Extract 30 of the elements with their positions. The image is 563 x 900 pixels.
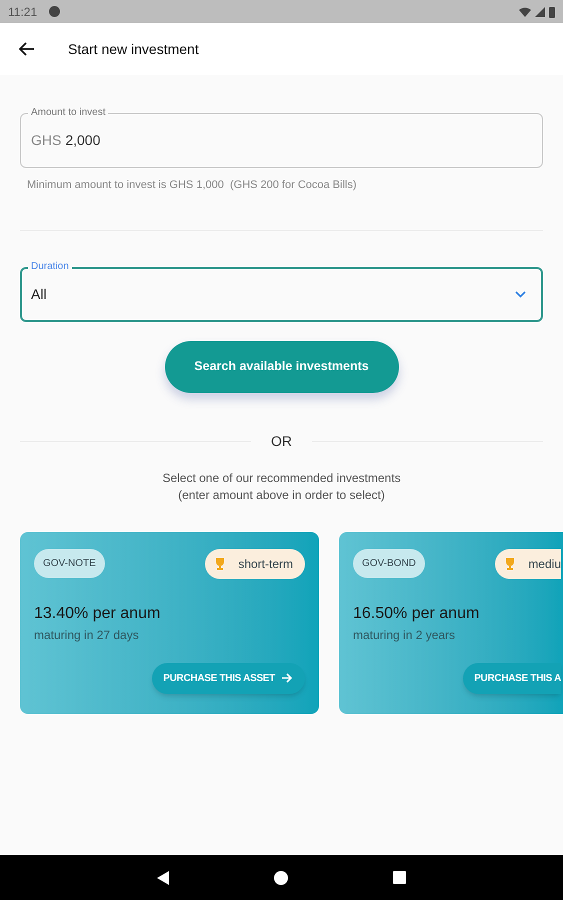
rate-text: 13.40% per anum [34, 604, 162, 624]
signal-icon [535, 6, 545, 16]
or-divider-text: OR [270, 432, 293, 450]
arrow-right-icon [281, 672, 293, 684]
rate-text: 16.50% per anum [353, 604, 480, 624]
helper-text: Minimum amount to invest is GHS 1,000 (GHS 200 for Cocoa Bills) [27, 178, 358, 193]
search-button[interactable]: Search available investments [164, 340, 398, 392]
trophy-icon [504, 556, 516, 570]
notification-icon [49, 6, 60, 17]
asset-type-tag: GOV-BOND [353, 548, 425, 578]
chevron-down-icon [515, 290, 526, 298]
back-arrow-icon [19, 42, 35, 56]
page-title: Start new investment [68, 40, 199, 58]
home-nav-icon[interactable] [274, 870, 288, 884]
trophy-icon [214, 556, 226, 570]
back-nav-icon[interactable] [157, 870, 169, 884]
recommendation-text: Select one of our recommended investments (enter amount above in order to select) [161, 470, 402, 504]
purchase-button[interactable]: PURCHASE THIS ASSET [152, 662, 305, 694]
amount-value: 2,000 [65, 131, 100, 150]
maturity-text: maturing in 27 days [34, 626, 140, 644]
term-tag: mediu [495, 548, 561, 578]
asset-type-tag: GOV-NOTE [34, 548, 105, 578]
clock-text: 11:21 [8, 4, 38, 20]
wifi-icon [519, 6, 531, 16]
term-tag: short-term [205, 548, 305, 578]
purchase-button[interactable]: PURCHASE THIS A [463, 662, 561, 694]
maturity-text: maturing in 2 years [353, 626, 456, 644]
battery-icon [549, 6, 555, 18]
currency-prefix: GHS [31, 131, 62, 150]
dropdown-value: All [31, 284, 48, 304]
